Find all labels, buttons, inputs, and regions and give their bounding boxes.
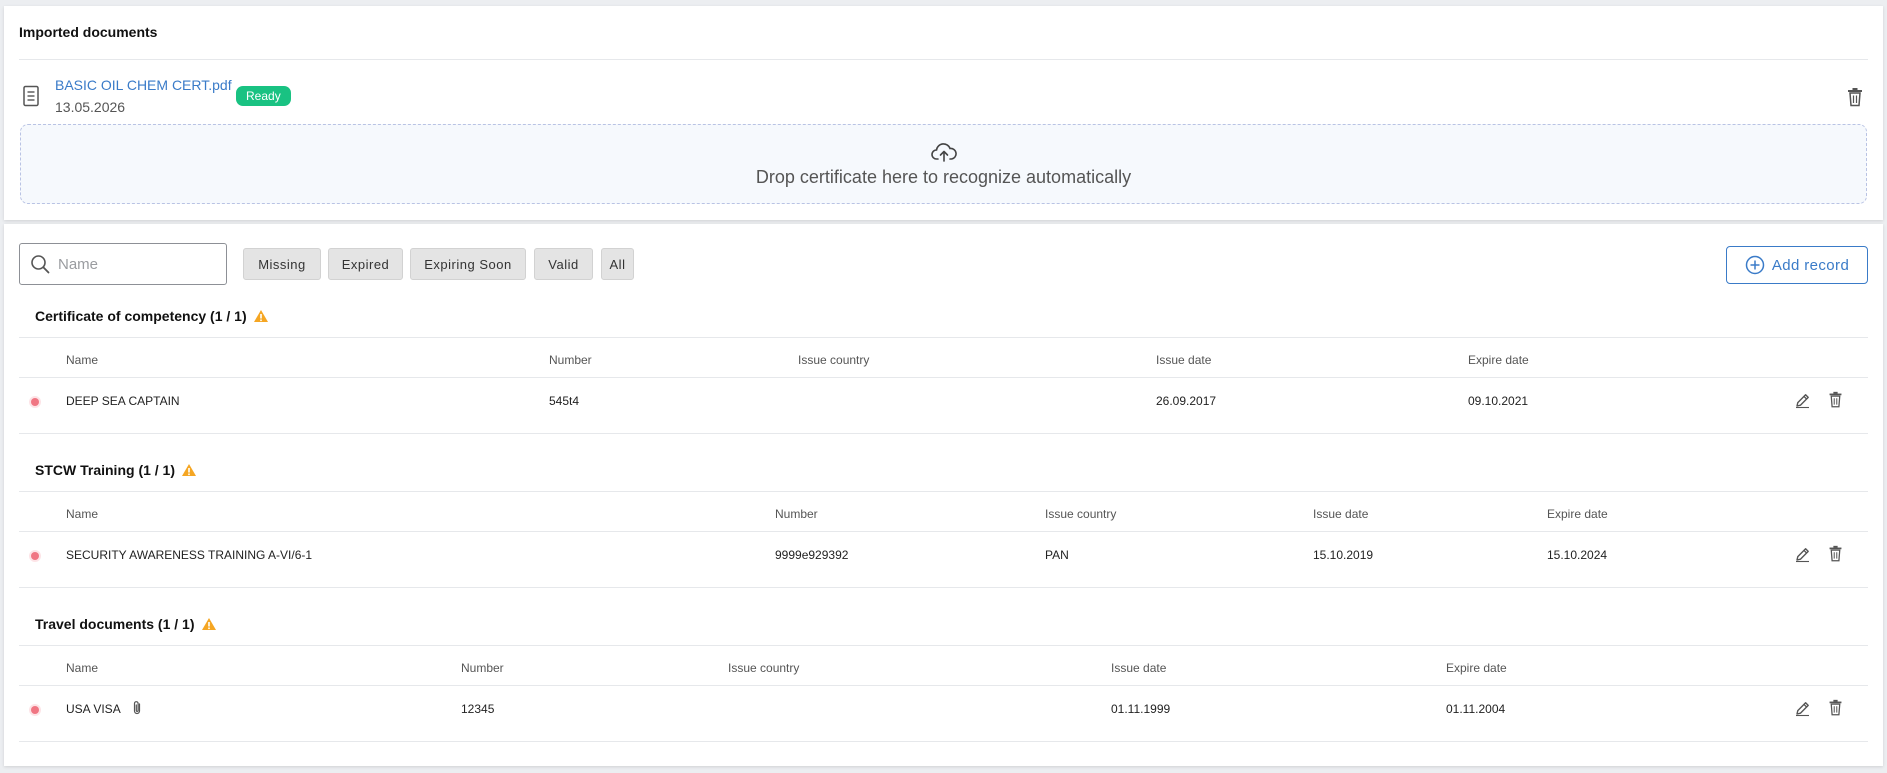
certificate-dropzone[interactable]: Drop certificate here to recognize autom…	[20, 124, 1867, 204]
row-issue-date: 01.11.1999	[1111, 702, 1171, 716]
status-indicator-expired	[31, 706, 39, 714]
column-header-name: Name	[66, 507, 99, 521]
row-issue-date: 15.10.2019	[1313, 548, 1374, 562]
section-title-text: Certificate of competency (1 / 1)	[35, 308, 247, 324]
row-issue-date: 26.09.2017	[1156, 394, 1217, 408]
filter-valid-button[interactable]: Valid	[534, 248, 593, 280]
divider	[19, 531, 1868, 532]
status-indicator-expired	[31, 398, 39, 406]
column-header-name: Name	[66, 661, 99, 675]
row-name: DEEP SEA CAPTAIN	[66, 394, 180, 408]
section-title-text: Travel documents (1 / 1)	[35, 616, 195, 632]
divider	[19, 741, 1868, 742]
section-title-certificate-of-competency: Certificate of competency (1 / 1)	[35, 308, 269, 324]
trash-icon[interactable]	[1827, 699, 1844, 716]
dropzone-text: Drop certificate here to recognize autom…	[755, 167, 1132, 187]
section-title-text: STCW Training (1 / 1)	[35, 462, 176, 478]
paperclip-icon[interactable]	[131, 700, 143, 716]
filter-expired-button[interactable]: Expired	[328, 248, 403, 280]
imported-documents-title: Imported documents	[19, 24, 158, 40]
row-expire-date: 01.11.2004	[1446, 702, 1506, 716]
column-header-issue-date: Issue date	[1111, 661, 1167, 675]
imported-documents-card: Imported documents BASIC OIL CHEM CERT.p…	[4, 6, 1883, 220]
status-indicator-expired	[31, 552, 39, 560]
search-box[interactable]	[19, 243, 227, 285]
imported-file-date: 13.05.2026	[55, 99, 126, 115]
divider	[19, 59, 1868, 60]
search-icon	[31, 255, 50, 274]
pencil-icon[interactable]	[1794, 392, 1811, 409]
cloud-upload-icon	[931, 143, 957, 162]
column-header-expire-date: Expire date	[1446, 661, 1507, 675]
trash-icon[interactable]	[1827, 391, 1844, 408]
column-header-issue-country: Issue country	[798, 353, 870, 367]
imported-file-link[interactable]: BASIC OIL CHEM CERT.pdf	[55, 77, 232, 93]
column-header-number: Number	[549, 353, 592, 367]
column-header-issue-country: Issue country	[1045, 507, 1117, 521]
status-badge: Ready	[236, 86, 291, 106]
row-number: 12345	[461, 702, 495, 716]
warning-icon	[201, 618, 216, 630]
column-header-issue-date: Issue date	[1156, 353, 1212, 367]
trash-icon[interactable]	[1827, 545, 1844, 562]
filter-all-button[interactable]: All	[601, 248, 634, 280]
add-record-label: Add record	[1771, 256, 1850, 274]
column-header-number: Number	[461, 661, 504, 675]
column-header-expire-date: Expire date	[1547, 507, 1608, 521]
search-input[interactable]	[58, 252, 218, 276]
column-header-issue-country: Issue country	[728, 661, 800, 675]
row-name: USA VISA	[66, 702, 121, 716]
warning-icon	[253, 310, 268, 322]
divider	[19, 587, 1868, 588]
column-header-issue-date: Issue date	[1313, 507, 1369, 521]
column-header-number: Number	[775, 507, 818, 521]
filter-expiring-soon-button[interactable]: Expiring Soon	[410, 248, 526, 280]
row-issue-country: PAN	[1045, 548, 1069, 562]
divider	[19, 433, 1868, 434]
section-title-stcw-training: STCW Training (1 / 1)	[35, 462, 197, 478]
column-header-name: Name	[66, 353, 99, 367]
pencil-icon[interactable]	[1794, 546, 1811, 563]
row-number: 9999e929392	[775, 548, 849, 562]
records-card: Missing Expired Expiring Soon Valid All …	[4, 224, 1883, 766]
section-title-travel-documents: Travel documents (1 / 1)	[35, 616, 217, 632]
divider	[19, 685, 1868, 686]
row-expire-date: 09.10.2021	[1468, 394, 1529, 408]
trash-icon[interactable]	[1846, 87, 1864, 107]
warning-icon	[182, 464, 197, 476]
divider	[19, 377, 1868, 378]
add-record-button[interactable]: Add record	[1726, 246, 1868, 284]
column-header-expire-date: Expire date	[1468, 353, 1529, 367]
row-name: SECURITY AWARENESS TRAINING A-VI/6-1	[66, 548, 313, 562]
divider	[19, 491, 1868, 492]
divider	[19, 645, 1868, 646]
plus-circle-icon	[1745, 255, 1765, 275]
divider	[19, 337, 1868, 338]
pencil-icon[interactable]	[1794, 700, 1811, 717]
row-expire-date: 15.10.2024	[1547, 548, 1608, 562]
row-number: 545t4	[549, 394, 580, 408]
filter-missing-button[interactable]: Missing	[243, 248, 321, 280]
document-icon	[23, 85, 39, 107]
